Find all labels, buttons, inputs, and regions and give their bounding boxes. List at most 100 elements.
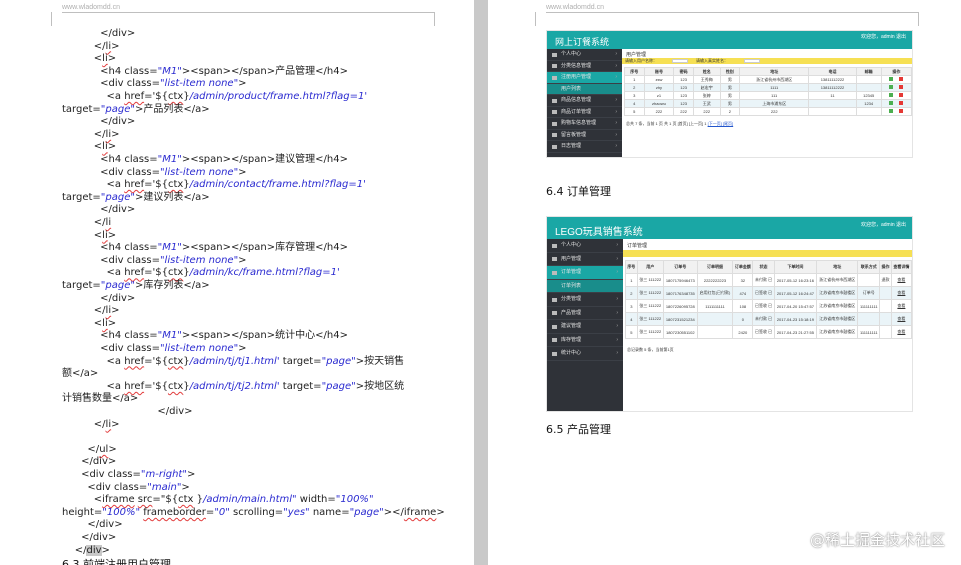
code-token: </div> bbox=[62, 292, 136, 304]
code-token: >建议列表</a> bbox=[134, 191, 210, 203]
sidebar-item-label: 建议管理 bbox=[561, 323, 582, 329]
table-cell: 111111111 bbox=[857, 299, 881, 313]
table-row: 5 张三 111222 1807230551102 2420 已签收 已 2017-04-… bbox=[625, 325, 912, 339]
screenshot-main: 用户管理 请输入用户名称： 请输入真实姓名： 序号 账号 密码 姓名 性别 地址 电话 邮箱操… bbox=[622, 49, 912, 157]
code-token: ctx bbox=[167, 179, 184, 191]
code-line: <h4 class="M1"><span></span>统计中心</h4> bbox=[0, 330, 474, 342]
table-header-cell: 订单明细 bbox=[696, 260, 734, 274]
code-token: 计销售数量</a> bbox=[62, 393, 139, 405]
code-token: < bbox=[62, 141, 103, 153]
code-token: } bbox=[193, 494, 203, 506]
code-token: > bbox=[238, 166, 247, 178]
menu-icon bbox=[552, 297, 557, 302]
sidebar-item-label: 商品订单管理 bbox=[561, 108, 592, 115]
table-cell bbox=[880, 99, 912, 108]
chevron-right-icon: › bbox=[615, 51, 617, 57]
sidebar-item-label: 统计中心 bbox=[561, 350, 582, 356]
screenshot-breadcrumb: 订单管理 bbox=[627, 243, 648, 249]
code-line: </div> bbox=[0, 456, 474, 468]
table-header-cell: 操作 bbox=[879, 260, 892, 274]
code-token: ><span></span>库存管理</h4> bbox=[181, 242, 348, 254]
code-line: </div> bbox=[0, 406, 474, 418]
sidebar-item: 商品信息管理 › bbox=[547, 95, 622, 107]
code-line: target="page">库存列表</a> bbox=[0, 280, 474, 292]
chevron-right-icon: › bbox=[615, 120, 617, 126]
code-token: > bbox=[238, 78, 247, 90]
code-token: > bbox=[108, 443, 117, 455]
table-cell: 查看 bbox=[890, 325, 912, 339]
table-cell: zhy bbox=[643, 83, 675, 92]
edit-icon bbox=[889, 85, 894, 89]
table-cell: 2017-04-23 15:18:19 bbox=[773, 312, 818, 326]
code-token: frameborder bbox=[143, 506, 206, 518]
code-token: </ bbox=[62, 40, 106, 52]
screenshot-main: 订单管理 序号 用户 订单号 订单明细 订单金额 状态 下单时间 地址 联系方式 操作 查看详情 1… bbox=[623, 239, 912, 411]
table-header-cell: 操作 bbox=[880, 67, 912, 76]
code-token: <a bbox=[62, 380, 125, 392]
screenshot-title: LEGO玩具销售系统 bbox=[555, 227, 643, 238]
table-cell: 108 bbox=[732, 299, 754, 313]
table-cell bbox=[857, 312, 881, 326]
table-cell: 浙江省杭州市西湖区 bbox=[739, 75, 810, 84]
code-token: "page" bbox=[321, 380, 356, 392]
table-cell: z1 bbox=[643, 91, 675, 100]
table-cell: 赵宏宇 bbox=[692, 83, 721, 92]
sidebar-item-label: 购物车信息管理 bbox=[561, 120, 597, 126]
table-cell bbox=[808, 107, 857, 116]
screenshot-sidebar: 个人中心 › 用户管理 › 订单管理 › 订单列表 分类管理 › 产品管理 › 建议管理 › 库存管理 › 统… bbox=[547, 239, 623, 411]
screenshot-breadcrumb: 用户管理 bbox=[626, 52, 647, 58]
sidebar-item-label: 用户管理 bbox=[561, 255, 582, 262]
code-token: ='${ bbox=[144, 91, 168, 102]
code-token: </div> bbox=[62, 204, 136, 216]
table-cell: 13811112222 bbox=[808, 75, 857, 84]
code-token: "m-right" bbox=[140, 469, 187, 480]
code-token: "M1" bbox=[157, 330, 182, 342]
table-header-cell: 状态 bbox=[752, 260, 775, 274]
menu-icon bbox=[552, 270, 557, 275]
table-cell: 123 bbox=[673, 83, 694, 92]
sidebar-item: 订单管理 › bbox=[547, 266, 623, 280]
code-token: >库存列表</a> bbox=[134, 280, 210, 291]
table-cell: 王秀梅 bbox=[692, 75, 721, 84]
delete-icon bbox=[899, 109, 904, 113]
sidebar-item-label: 分类管理 bbox=[561, 296, 582, 302]
table-header-cell: 查看详情 bbox=[890, 260, 912, 274]
table-cell: 11 bbox=[808, 91, 857, 100]
code-line: target="page">产品列表</a> bbox=[0, 104, 474, 116]
sidebar-item-label: 产品管理 bbox=[561, 309, 582, 316]
sidebar-item-label: 个人中心 bbox=[561, 242, 582, 248]
table-cell: 2 bbox=[719, 107, 741, 116]
table-cell: 474 bbox=[732, 286, 754, 300]
code-token: iframe bbox=[102, 494, 135, 506]
menu-icon bbox=[552, 257, 557, 262]
table-cell: 男 bbox=[719, 75, 741, 84]
sidebar-item: 用户列表 bbox=[547, 83, 622, 95]
table-cell: zhaowu bbox=[643, 99, 675, 108]
code-token: </div> bbox=[62, 116, 136, 128]
menu-icon bbox=[552, 311, 557, 316]
table-row: 4 zhaowu 123 王武男上海市浦东区 1234 bbox=[624, 99, 912, 108]
table-cell: 3 bbox=[624, 91, 645, 100]
table-cell: 已签收 已 bbox=[752, 325, 775, 339]
sidebar-item-label: 留言板管理 bbox=[561, 131, 587, 138]
code-line: <a href='${ctx}/admin/tj/tj1.html' targe… bbox=[0, 356, 474, 368]
code-token: height= bbox=[62, 506, 103, 518]
table-cell: 12345 bbox=[855, 91, 882, 100]
table-cell: 2 bbox=[625, 286, 638, 300]
table-header-cell: 用户 bbox=[636, 260, 664, 274]
code-token: target= bbox=[279, 380, 322, 392]
menu-icon bbox=[552, 351, 557, 356]
table-cell: 1 bbox=[624, 75, 645, 84]
code-token: </div> bbox=[62, 28, 136, 39]
table-cell bbox=[808, 99, 857, 108]
sidebar-item-label: 订单管理 bbox=[561, 269, 582, 275]
code-token: href bbox=[124, 179, 145, 191]
table-cell: 13811112222 bbox=[808, 83, 857, 92]
code-token: </ bbox=[62, 217, 106, 228]
table-header-cell: 姓名 bbox=[692, 67, 721, 76]
code-token: "page" bbox=[100, 103, 135, 115]
table-cell: 1807226095728 bbox=[662, 299, 698, 313]
table-cell bbox=[696, 312, 734, 326]
chevron-right-icon: › bbox=[616, 255, 618, 262]
code-token: > bbox=[111, 40, 120, 52]
